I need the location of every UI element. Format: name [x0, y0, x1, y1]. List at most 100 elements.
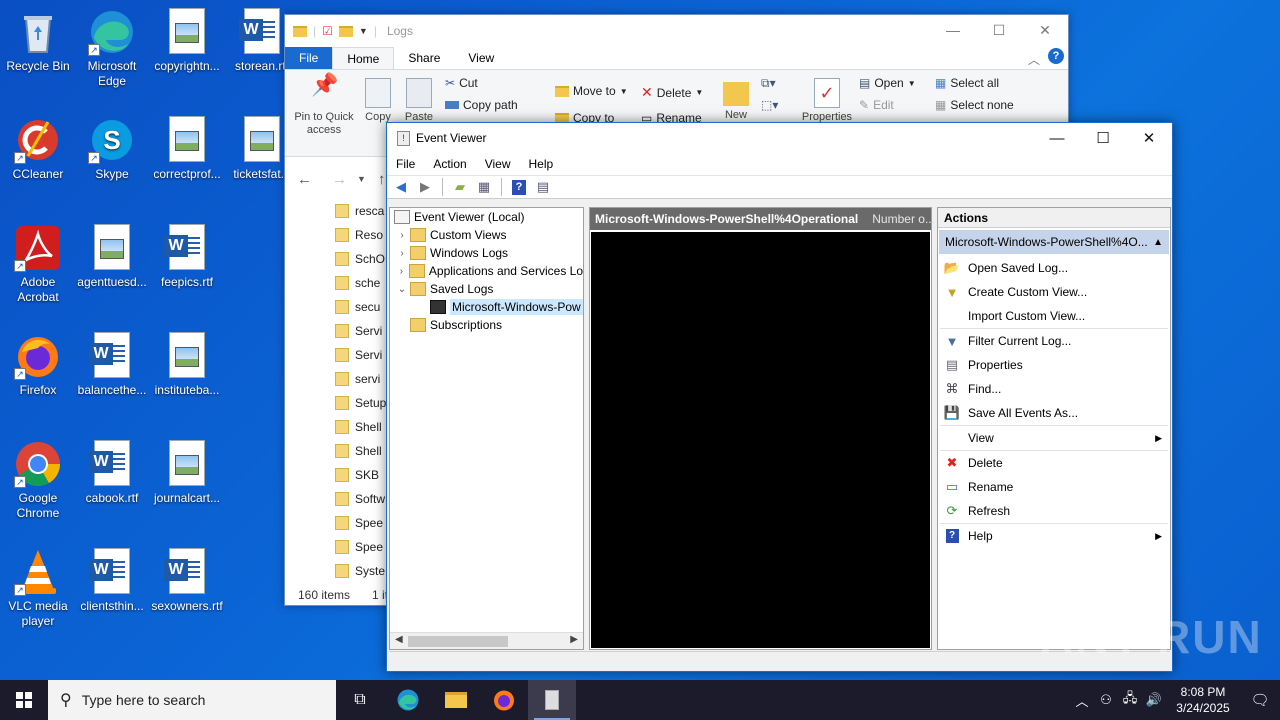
- action-create-custom-view[interactable]: ▼ Create Custom View...: [938, 280, 1170, 304]
- chevron-right-icon[interactable]: ›: [396, 266, 407, 277]
- tree-item-custom-views[interactable]: › Custom Views: [390, 226, 583, 244]
- collapse-up-icon[interactable]: ▲: [1153, 237, 1163, 248]
- help-icon[interactable]: ?: [1048, 48, 1064, 64]
- actions-section-header[interactable]: Microsoft-Windows-PowerShell%4O... ▲: [939, 230, 1169, 254]
- forward-arrow-icon[interactable]: ▶: [415, 177, 435, 197]
- chevron-down-icon[interactable]: ▼: [359, 26, 368, 36]
- properties-button[interactable]: ✓ Properties: [797, 78, 857, 124]
- action-open-saved-log[interactable]: 📂 Open Saved Log...: [938, 256, 1170, 280]
- action-rename[interactable]: ▭ Rename: [938, 475, 1170, 499]
- select-all-button[interactable]: ▦ Select all: [935, 76, 999, 90]
- clock[interactable]: 8:08 PM 3/24/2025: [1166, 684, 1240, 716]
- new-folder-icon[interactable]: [338, 25, 353, 37]
- scrollbar-thumb[interactable]: [408, 636, 508, 647]
- close-button[interactable]: ✕: [1022, 15, 1068, 45]
- maximize-button[interactable]: ☐: [976, 15, 1022, 45]
- scroll-right-icon[interactable]: ▶: [570, 634, 578, 645]
- paste-button[interactable]: Paste: [401, 78, 437, 124]
- tab-share[interactable]: Share: [394, 47, 454, 69]
- collapse-ribbon-icon[interactable]: ︿: [1028, 51, 1040, 68]
- tab-view[interactable]: View: [454, 47, 508, 69]
- desktop-icon-instituteba[interactable]: instituteba...: [149, 326, 225, 398]
- new-folder-button[interactable]: New: [721, 78, 751, 122]
- forward-arrow-icon[interactable]: →: [332, 171, 347, 188]
- action-properties[interactable]: ▤ Properties: [938, 353, 1170, 377]
- close-button[interactable]: ✕: [1126, 123, 1172, 153]
- taskbar-file-explorer[interactable]: [432, 680, 480, 720]
- chevron-right-icon[interactable]: ›: [396, 230, 408, 241]
- desktop-icon-chrome[interactable]: ↗ Google Chrome: [0, 434, 76, 521]
- menu-help[interactable]: Help: [520, 157, 563, 171]
- tree-item-app-services[interactable]: › Applications and Services Lo: [390, 262, 583, 280]
- desktop-icon-cabook[interactable]: W cabook.rtf: [74, 434, 150, 506]
- menu-action[interactable]: Action: [424, 157, 475, 171]
- tree-item-root[interactable]: Event Viewer (Local): [390, 208, 583, 226]
- desktop-icon-copyrightn[interactable]: copyrightn...: [149, 2, 225, 74]
- log-content-area[interactable]: [591, 232, 930, 648]
- action-find[interactable]: ⌘ Find...: [938, 377, 1170, 401]
- pin-quick-access-button[interactable]: 📌 Pin to Quick access: [291, 74, 357, 137]
- desktop-icon-agenttuesd[interactable]: agenttuesd...: [74, 218, 150, 290]
- show-hide-action-pane-icon[interactable]: ▤: [533, 177, 553, 197]
- ethernet-icon[interactable]: 🖧: [1118, 689, 1142, 711]
- desktop-icon-acrobat[interactable]: ↗ Adobe Acrobat: [0, 218, 76, 305]
- action-import-custom-view[interactable]: Import Custom View...: [938, 304, 1170, 328]
- network-icon[interactable]: ⚇: [1094, 692, 1118, 708]
- desktop-icon-firefox[interactable]: ↗ Firefox: [0, 326, 76, 398]
- desktop-icon-balancethe[interactable]: W balancethe...: [74, 326, 150, 398]
- copy-path-button[interactable]: Copy path: [445, 98, 518, 112]
- move-to-button[interactable]: Move to ▼: [555, 84, 628, 98]
- tab-home[interactable]: Home: [332, 47, 395, 69]
- desktop-icon-clientsthin[interactable]: W clientsthin...: [74, 542, 150, 614]
- desktop-icon-ccleaner[interactable]: ↗ CCleaner: [0, 110, 76, 182]
- taskbar-edge[interactable]: [384, 680, 432, 720]
- back-arrow-icon[interactable]: ←: [297, 171, 312, 188]
- help-icon[interactable]: ?: [509, 177, 529, 197]
- action-help[interactable]: ? Help ▶: [938, 524, 1170, 548]
- chevron-up-icon[interactable]: ︿: [1070, 691, 1094, 710]
- desktop-icon-vlc[interactable]: ↗ VLC media player: [0, 542, 76, 629]
- desktop-icon-feepics[interactable]: W feepics.rtf: [149, 218, 225, 290]
- taskbar-search[interactable]: ⚲ Type here to search: [48, 680, 336, 720]
- up-arrow-icon[interactable]: ↑: [378, 171, 386, 188]
- minimize-button[interactable]: —: [930, 15, 976, 45]
- taskbar-firefox[interactable]: [480, 680, 528, 720]
- tree-item-subscriptions[interactable]: Subscriptions: [390, 316, 583, 334]
- notifications-icon[interactable]: 🗨: [1240, 691, 1280, 709]
- up-folder-icon[interactable]: ▰: [450, 177, 470, 197]
- open-button[interactable]: ▤ Open ▼: [859, 76, 916, 90]
- tree-item-saved-log[interactable]: Microsoft-Windows-Pow: [390, 298, 583, 316]
- recent-dropdown-icon[interactable]: ▼: [357, 174, 366, 184]
- chevron-right-icon[interactable]: ›: [396, 248, 408, 259]
- chevron-down-icon[interactable]: ⌄: [396, 284, 408, 295]
- tree-item-windows-logs[interactable]: › Windows Logs: [390, 244, 583, 262]
- desktop-icon-correctprof[interactable]: correctprof...: [149, 110, 225, 182]
- easy-access-button[interactable]: ⬚▾: [761, 98, 778, 112]
- desktop-icon-sexowners[interactable]: W sexowners.rtf: [149, 542, 225, 614]
- action-view[interactable]: View ▶: [938, 426, 1170, 450]
- horizontal-scrollbar[interactable]: ◀ ▶: [390, 632, 583, 649]
- desktop-icon-edge[interactable]: ↗ Microsoft Edge: [74, 2, 150, 89]
- minimize-button[interactable]: —: [1034, 123, 1080, 153]
- menu-view[interactable]: View: [476, 157, 520, 171]
- menu-file[interactable]: File: [387, 157, 424, 171]
- volume-icon[interactable]: 🔊: [1142, 692, 1166, 708]
- tree-item-saved-logs[interactable]: ⌄ Saved Logs: [390, 280, 583, 298]
- delete-button[interactable]: ✕ Delete ▼: [641, 84, 703, 101]
- desktop-icon-recycle-bin[interactable]: Recycle Bin: [0, 2, 76, 74]
- show-hide-tree-icon[interactable]: ▦: [474, 177, 494, 197]
- action-delete[interactable]: ✖ Delete: [938, 451, 1170, 475]
- desktop-icon-journalcart[interactable]: journalcart...: [149, 434, 225, 506]
- start-button[interactable]: [0, 680, 48, 720]
- select-none-button[interactable]: ▦ Select none: [935, 98, 1014, 112]
- task-view-button[interactable]: ⧉: [336, 680, 384, 720]
- cut-button[interactable]: ✂ Cut: [445, 76, 478, 90]
- new-item-button[interactable]: ⧉▾: [761, 76, 776, 91]
- scroll-left-icon[interactable]: ◀: [395, 634, 403, 645]
- edit-button[interactable]: ✎ Edit: [859, 98, 894, 112]
- taskbar-event-viewer[interactable]: [528, 680, 576, 720]
- event-viewer-window[interactable]: ! Event Viewer — ☐ ✕ File Action View He…: [386, 122, 1173, 672]
- back-arrow-icon[interactable]: ◀: [391, 177, 411, 197]
- action-filter-current-log[interactable]: ▼ Filter Current Log...: [938, 329, 1170, 353]
- desktop-icon-skype[interactable]: S ↗ Skype: [74, 110, 150, 182]
